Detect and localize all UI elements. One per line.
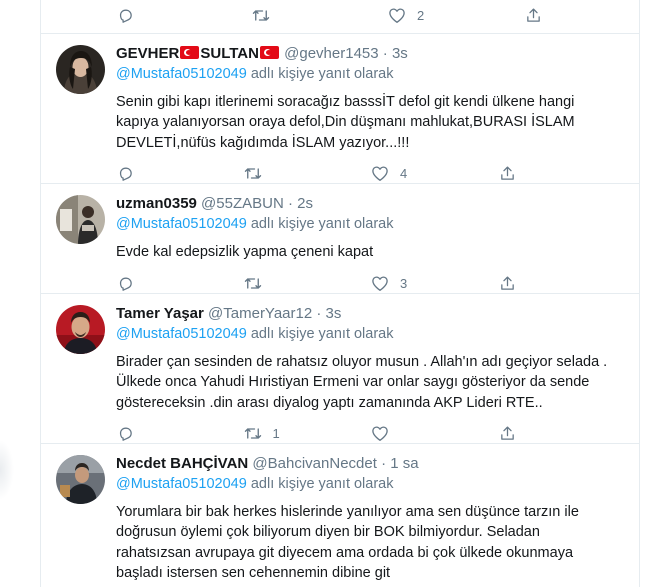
reply-icon <box>116 425 134 443</box>
tweet-header: GEVHER SULTAN @gevher1453 · 3s <box>116 44 626 64</box>
share-button[interactable] <box>499 165 627 183</box>
like-button[interactable]: 3 <box>371 274 499 292</box>
edge-shadow <box>0 440 14 500</box>
share-icon <box>524 6 542 24</box>
like-button[interactable] <box>371 425 499 443</box>
tweet-header: Necdet BAHÇİVAN @BahcivanNecdet · 1 sa <box>116 454 626 474</box>
author-handle[interactable]: @BahcivanNecdet <box>252 455 376 472</box>
timestamp[interactable]: 2s <box>297 195 313 212</box>
like-button[interactable]: 2 <box>388 6 524 24</box>
heart-icon <box>371 165 389 183</box>
separator-dot: · <box>381 455 387 472</box>
tweet[interactable]: Necdet BAHÇİVAN @BahcivanNecdet · 1 sa @… <box>41 443 639 587</box>
author-name[interactable]: Necdet BAHÇİVAN <box>116 455 248 472</box>
separator-dot: · <box>316 305 322 322</box>
reply-context: @Mustafa05102049 adlı kişiye yanıt olara… <box>116 326 394 342</box>
tweet-text: Evde kal edepsizlik yapma çeneni kapat <box>116 244 374 260</box>
retweet-button[interactable] <box>244 165 372 183</box>
timestamp[interactable]: 3s <box>392 45 408 62</box>
like-button[interactable]: 4 <box>371 165 499 183</box>
avatar[interactable] <box>56 195 105 244</box>
author-handle[interactable]: @gevher1453 <box>284 45 378 62</box>
tweet-text: Senin gibi kapı itlerinemi soracağız bas… <box>116 94 575 151</box>
reply-icon <box>116 6 134 24</box>
share-icon <box>499 425 517 443</box>
reply-context: @Mustafa05102049 adlı kişiye yanıt olara… <box>116 476 394 492</box>
share-button[interactable] <box>499 425 627 443</box>
tweet-actions: 2 <box>116 1 639 29</box>
reply-context: @Mustafa05102049 adlı kişiye yanıt olara… <box>116 216 394 232</box>
share-button[interactable] <box>524 6 639 24</box>
reply-button[interactable] <box>116 6 252 24</box>
heart-icon <box>388 6 406 24</box>
tweet-header: Tamer Yaşar @TamerYaar12 · 3s <box>116 304 626 324</box>
separator-dot: · <box>287 195 293 212</box>
avatar[interactable] <box>56 305 105 354</box>
author-name[interactable]: Tamer Yaşar <box>116 305 204 322</box>
retweet-button[interactable]: 1 <box>244 425 372 443</box>
tweet[interactable]: GEVHER SULTAN @gevher1453 · 3s @Mustafa05… <box>41 33 639 183</box>
retweet-icon <box>244 274 262 292</box>
separator-dot: · <box>382 45 388 62</box>
tweet-feed: 2 GEVHER SULTAN @gevher1453 · 3s @Mustafa… <box>40 0 640 587</box>
tweet[interactable]: uzman0359 @55ZABUN · 2s @Mustafa05102049… <box>41 183 639 293</box>
mention-link[interactable]: @Mustafa05102049 <box>116 216 247 232</box>
tweet[interactable]: Tamer Yaşar @TamerYaar12 · 3s @Mustafa05… <box>41 293 639 443</box>
retweet-button[interactable] <box>252 6 388 24</box>
mention-link[interactable]: @Mustafa05102049 <box>116 66 247 82</box>
avatar[interactable] <box>56 455 105 504</box>
reply-button[interactable] <box>116 165 244 183</box>
retweet-button[interactable] <box>244 274 372 292</box>
turkey-flag-icon <box>180 46 200 59</box>
reply-button[interactable] <box>116 425 244 443</box>
reply-context: @Mustafa05102049 adlı kişiye yanıt olara… <box>116 66 394 82</box>
turkey-flag-icon <box>259 46 279 59</box>
avatar[interactable] <box>56 45 105 94</box>
mention-link[interactable]: @Mustafa05102049 <box>116 326 247 342</box>
author-handle[interactable]: @55ZABUN <box>201 195 284 212</box>
tweet-text: Yorumlara bir bak herkes hislerinde yanı… <box>116 504 579 581</box>
share-icon <box>499 274 517 292</box>
share-button[interactable] <box>499 274 627 292</box>
reply-button[interactable] <box>116 274 244 292</box>
timestamp[interactable]: 1 sa <box>390 455 418 472</box>
tweet-text: Birader çan sesinden de rahatsız oluyor … <box>116 354 608 411</box>
tweet-header: uzman0359 @55ZABUN · 2s <box>116 194 626 214</box>
timestamp[interactable]: 3s <box>326 305 342 322</box>
retweet-icon <box>244 425 262 443</box>
retweet-icon <box>252 6 270 24</box>
heart-icon <box>371 274 389 292</box>
author-name[interactable]: GEVHER SULTAN <box>116 45 280 62</box>
author-handle[interactable]: @TamerYaar12 <box>208 305 312 322</box>
retweet-icon <box>244 165 262 183</box>
author-name[interactable]: uzman0359 <box>116 195 197 212</box>
mention-link[interactable]: @Mustafa05102049 <box>116 476 247 492</box>
heart-icon <box>371 425 389 443</box>
reply-icon <box>116 274 134 292</box>
share-icon <box>499 165 517 183</box>
reply-icon <box>116 165 134 183</box>
